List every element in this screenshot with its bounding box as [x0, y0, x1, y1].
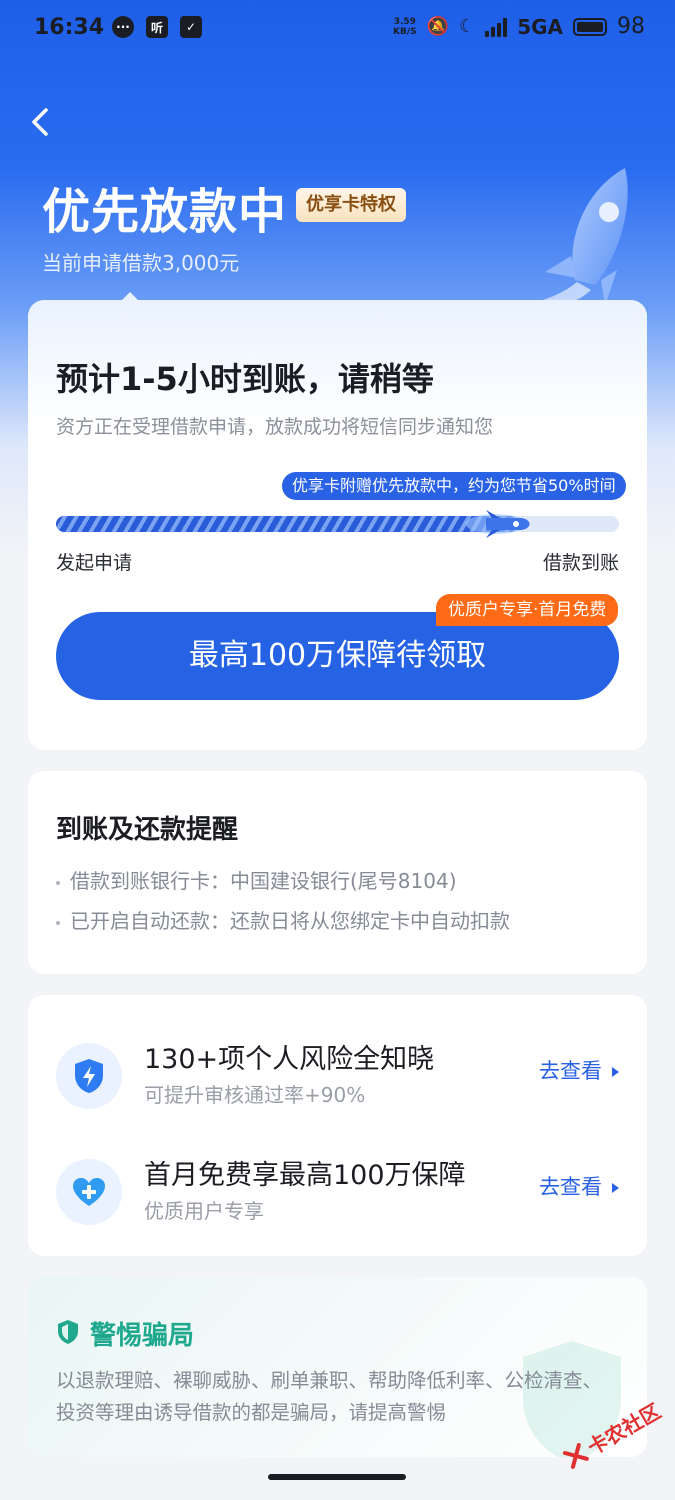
status-right: 3.59 KB/S 🔕 ☾ 5GA 98 [393, 14, 645, 39]
mute-icon: 🔕 [426, 16, 450, 37]
app-notification-icon: 听 [146, 16, 168, 38]
eta-heading: 预计1-5小时到账，请稍等 [56, 360, 434, 398]
shield-bolt-icon [56, 1043, 122, 1109]
status-time: 16:34 [34, 15, 105, 40]
message-icon: ··· [112, 16, 134, 38]
network-type: 5GA [517, 14, 563, 39]
back-icon[interactable] [26, 104, 56, 140]
warning-title: 警惕骗局 [90, 1321, 195, 1351]
progress-rocket-icon [466, 510, 530, 538]
card-pointer [120, 292, 140, 302]
task-notification-icon: ✓ [180, 16, 202, 38]
page-title: 优先放款中 [42, 184, 288, 240]
home-indicator[interactable] [268, 1474, 406, 1480]
view-link[interactable]: 去查看 [539, 1171, 619, 1201]
feature-title: 130+项个人风险全知晓 [144, 1044, 435, 1075]
play-arrow-icon [612, 1067, 619, 1077]
feature-subtitle: 优质用户专享 [144, 1199, 264, 1223]
warning-text: 以退款理赔、裸聊威胁、刷单兼职、帮助降低利率、公检清查、投资等理由诱导借款的都是… [56, 1369, 603, 1424]
progress-track [56, 510, 619, 538]
status-notification-icons: ··· 听 ✓ [112, 16, 202, 38]
shield-check-icon [58, 1320, 78, 1344]
status-bar: 16:34 ··· 听 ✓ 3.59 KB/S 🔕 ☾ 5GA 98 [0, 0, 675, 58]
network-speed: 3.59 KB/S [393, 16, 417, 37]
moon-icon: ☾ [459, 16, 476, 37]
view-link[interactable]: 去查看 [539, 1055, 619, 1085]
reminder-card: 到账及还款提醒 借款到账银行卡：中国建设银行(尾号8104) 已开启自动还款：还… [28, 771, 647, 974]
signal-icon [485, 17, 508, 37]
eta-description: 资方正在受理借款申请，放款成功将短信同步通知您 [56, 416, 494, 438]
reminder-item-bank: 借款到账银行卡：中国建设银行(尾号8104) [56, 865, 457, 894]
progress-fill [56, 516, 518, 532]
loan-amount-text: 当前申请借款3,000元 [42, 251, 240, 275]
feature-protection[interactable]: 首月免费享最高100万保障 优质用户专享 去查看 [28, 1151, 647, 1251]
bullet-dot [56, 880, 60, 885]
heart-plus-icon [56, 1159, 122, 1225]
battery-icon [573, 17, 607, 36]
loan-status-card: 预计1-5小时到账，请稍等 资方正在受理借款申请，放款成功将短信同步通知您 优享… [28, 292, 647, 750]
privilege-badge: 优享卡特权 [296, 188, 406, 222]
progress-start-label: 发起申请 [56, 552, 133, 574]
progress-end-label: 借款到账 [542, 552, 619, 574]
battery-level: 98 [617, 14, 645, 39]
fraud-warning-card: 警惕骗局 以退款理赔、裸聊威胁、刷单兼职、帮助降低利率、公检清查、投资等理由诱导… [28, 1277, 647, 1457]
reminder-title: 到账及还款提醒 [56, 815, 239, 845]
feature-risk-report[interactable]: 130+项个人风险全知晓 可提升审核通过率+90% 去查看 [28, 1035, 647, 1135]
rocket-illustration [525, 168, 628, 309]
play-arrow-icon [612, 1183, 619, 1193]
feature-subtitle: 可提升审核通过率+90% [144, 1083, 366, 1107]
bullet-dot [56, 920, 60, 925]
reminder-item-autopay: 已开启自动还款：还款日将从您绑定卡中自动扣款 [56, 905, 510, 934]
exclusive-offer-tag: 优质户专享·首月免费 [436, 594, 619, 626]
features-card: 130+项个人风险全知晓 可提升审核通过率+90% 去查看 首月免费享最高100… [28, 995, 647, 1256]
time-saving-tip: 优享卡附赠优先放款中，约为您节省50%时间 [282, 472, 626, 500]
feature-title: 首月免费享最高100万保障 [144, 1160, 466, 1191]
